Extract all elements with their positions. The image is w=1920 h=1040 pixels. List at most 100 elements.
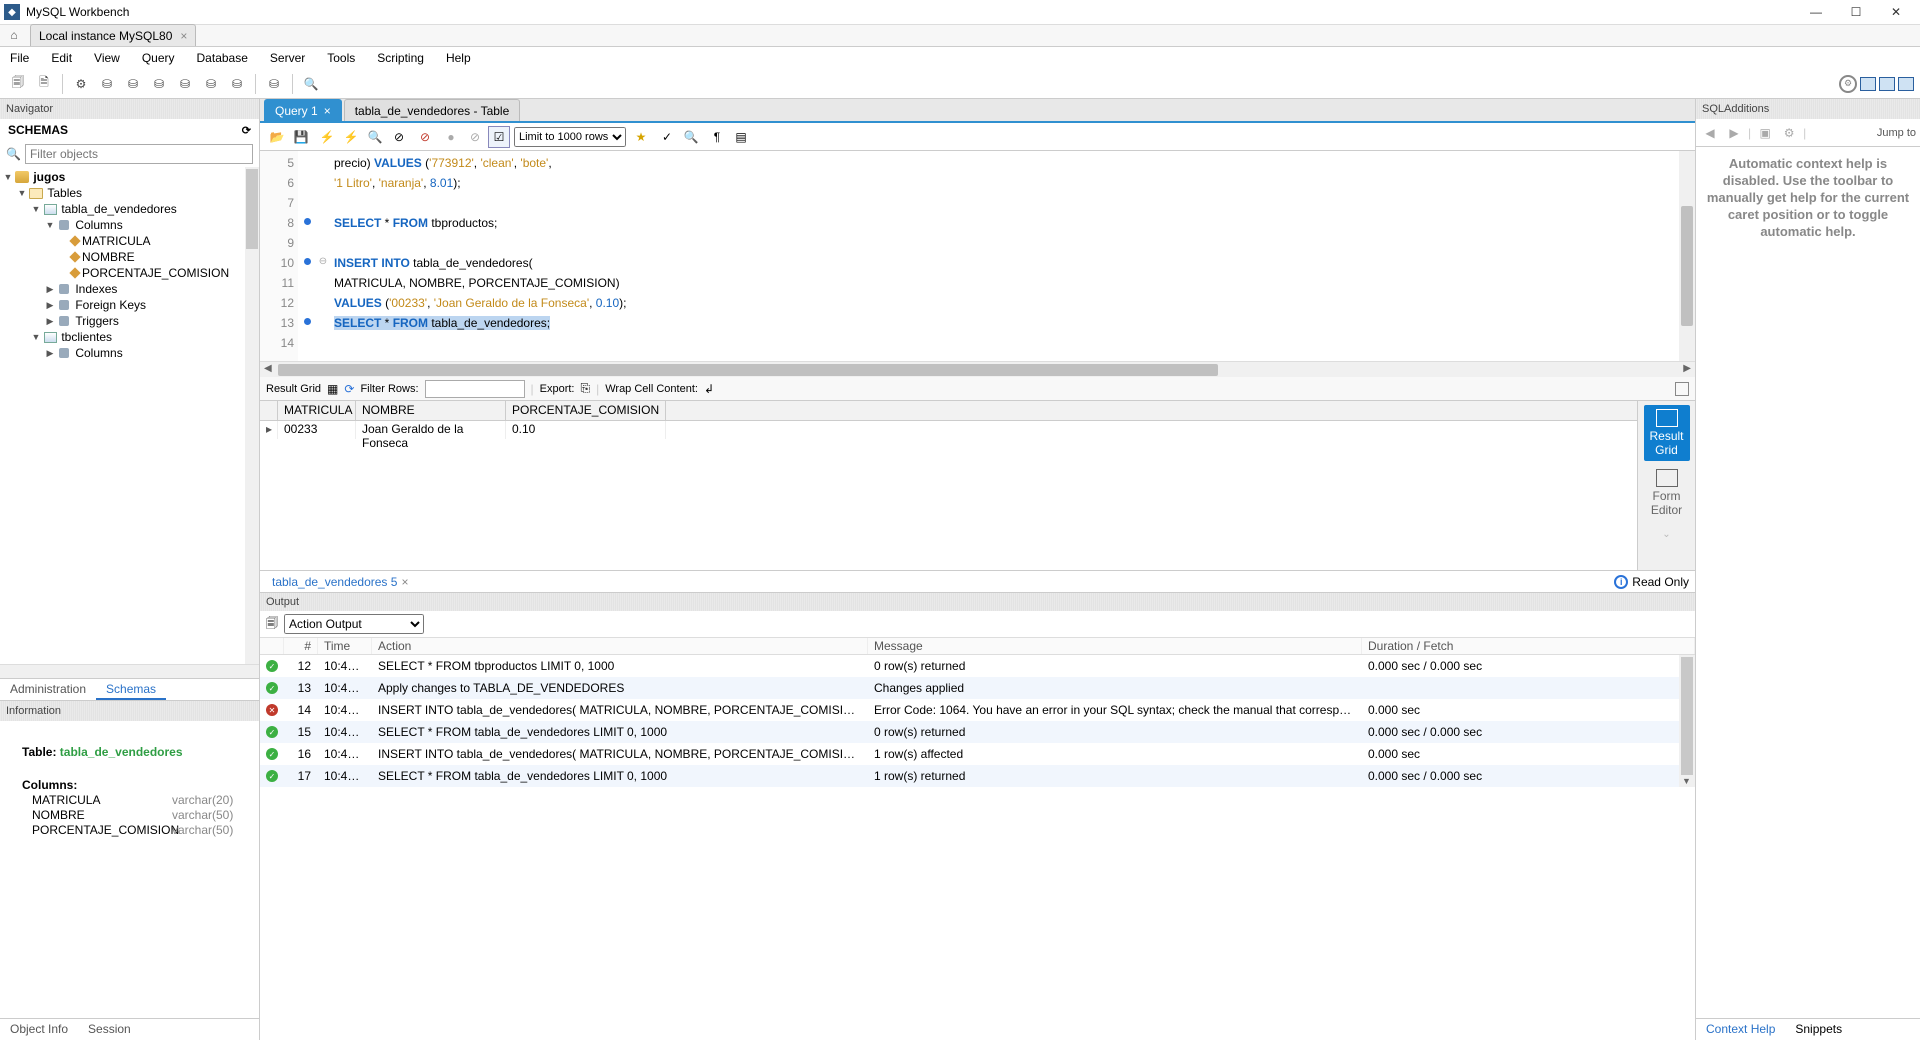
schema-tree[interactable]: ▼ jugos ▼ Tables ▼ tabla_de_vendedores ▼…: [0, 167, 259, 664]
close-icon[interactable]: ×: [180, 29, 187, 43]
cell[interactable]: Joan Geraldo de la Fonseca: [356, 421, 506, 439]
new-sql-tab-icon[interactable]: 🗐: [6, 72, 30, 96]
output-selector[interactable]: Action Output: [284, 614, 424, 634]
toolbar-icon[interactable]: ⛁: [225, 72, 249, 96]
result-row[interactable]: ▸ 00233 Joan Geraldo de la Fonseca 0.10: [260, 421, 1637, 439]
find-icon[interactable]: 🔍: [680, 126, 702, 148]
execute-cursor-icon[interactable]: ⚡: [340, 126, 362, 148]
tab-administration[interactable]: Administration: [0, 679, 96, 700]
toolbar-icon[interactable]: ⛁: [262, 72, 286, 96]
tree-foreign-keys[interactable]: ▶ Foreign Keys: [0, 297, 259, 313]
open-file-icon[interactable]: 📂: [266, 126, 288, 148]
output-scrollbar[interactable]: ▼: [1679, 655, 1695, 787]
tree-scrollbar[interactable]: [245, 167, 259, 664]
editor-hscroll[interactable]: ◀▶: [260, 361, 1695, 377]
output-row[interactable]: ✓1610:48:32INSERT INTO tabla_de_vendedor…: [260, 743, 1679, 765]
toggle-left-pane-icon[interactable]: [1860, 77, 1876, 91]
refresh-icon[interactable]: ⟳: [242, 124, 251, 137]
tree-columns[interactable]: ▶ Columns: [0, 345, 259, 361]
tab-schemas[interactable]: Schemas: [96, 679, 166, 700]
output-table[interactable]: ✓1210:41:33SELECT * FROM tbproductos LIM…: [260, 655, 1679, 787]
tree-hscroll[interactable]: [0, 664, 259, 678]
tree-table[interactable]: ▼ tabla_de_vendedores: [0, 201, 259, 217]
stop-icon[interactable]: ⊘: [388, 126, 410, 148]
jump-to-label[interactable]: Jump to: [1877, 127, 1916, 139]
tab-context-help[interactable]: Context Help: [1696, 1019, 1785, 1040]
tree-column[interactable]: PORCENTAJE_COMISION: [0, 265, 259, 281]
home-icon[interactable]: ⌂: [0, 24, 28, 46]
output-row[interactable]: ✓1210:41:33SELECT * FROM tbproductos LIM…: [260, 655, 1679, 677]
toolbar-icon[interactable]: ⛁: [173, 72, 197, 96]
toolbar-icon[interactable]: ⛁: [95, 72, 119, 96]
menu-server[interactable]: Server: [266, 49, 309, 67]
form-editor-tab[interactable]: Form Editor: [1644, 465, 1690, 521]
filter-rows-input[interactable]: [425, 380, 525, 398]
maximize-button[interactable]: ☐: [1836, 0, 1876, 24]
menu-view[interactable]: View: [90, 49, 124, 67]
toolbar-icon[interactable]: ⛁: [147, 72, 171, 96]
toggle-pane-icon[interactable]: [1675, 382, 1689, 396]
toolbar-icon[interactable]: ¶: [706, 126, 728, 148]
tree-column[interactable]: NOMBRE: [0, 249, 259, 265]
beautify-icon[interactable]: ✓: [656, 126, 678, 148]
wrap-icon[interactable]: ↲: [704, 382, 714, 396]
minimize-button[interactable]: —: [1796, 0, 1836, 24]
code-area[interactable]: precio) VALUES ('773912', 'clean', 'bote…: [330, 151, 1679, 361]
export-icon[interactable]: ⎘: [580, 381, 590, 396]
star-icon[interactable]: ★: [630, 126, 652, 148]
editor-vscroll[interactable]: [1679, 151, 1695, 361]
output-row[interactable]: ✓1710:48:40SELECT * FROM tabla_de_vended…: [260, 765, 1679, 787]
menu-tools[interactable]: Tools: [323, 49, 359, 67]
limit-select[interactable]: Limit to 1000 rows: [514, 127, 626, 147]
menu-query[interactable]: Query: [138, 49, 179, 67]
grid-icon[interactable]: ▦: [327, 382, 338, 396]
output-row[interactable]: ✓1310:43:50Apply changes to TABLA_DE_VEN…: [260, 677, 1679, 699]
tree-triggers[interactable]: ▶ Triggers: [0, 313, 259, 329]
tree-columns[interactable]: ▼ Columns: [0, 217, 259, 233]
editor-tab-table[interactable]: tabla_de_vendedores - Table: [344, 99, 521, 121]
col-header[interactable]: MATRICULA: [278, 401, 356, 420]
back-icon[interactable]: ◀: [1700, 123, 1720, 143]
tab-session[interactable]: Session: [78, 1019, 141, 1040]
close-icon[interactable]: ×: [324, 104, 331, 118]
toolbar-icon[interactable]: 🔍: [299, 72, 323, 96]
toolbar-icon[interactable]: ▤: [730, 126, 752, 148]
col-header[interactable]: PORCENTAJE_COMISION: [506, 401, 666, 420]
close-button[interactable]: ✕: [1876, 0, 1916, 24]
toolbar-icon[interactable]: ⊘: [414, 126, 436, 148]
toolbar-icon[interactable]: ⛁: [121, 72, 145, 96]
tab-snippets[interactable]: Snippets: [1785, 1019, 1852, 1040]
cell[interactable]: 0.10: [506, 421, 666, 439]
forward-icon[interactable]: ▶: [1724, 123, 1744, 143]
toggle-right-pane-icon[interactable]: [1898, 77, 1914, 91]
menu-file[interactable]: File: [6, 49, 33, 67]
editor-tab-query1[interactable]: Query 1×: [264, 99, 342, 121]
tree-tables[interactable]: ▼ Tables: [0, 185, 259, 201]
explain-icon[interactable]: 🔍: [364, 126, 386, 148]
menu-edit[interactable]: Edit: [47, 49, 76, 67]
tree-db[interactable]: ▼ jugos: [0, 169, 259, 185]
filter-objects-input[interactable]: [25, 144, 253, 164]
sql-editor[interactable]: 567891011121314 ⊖ precio) VALUES ('77391…: [260, 151, 1695, 361]
tree-column[interactable]: MATRICULA: [0, 233, 259, 249]
menu-database[interactable]: Database: [193, 49, 252, 67]
autocommit-icon[interactable]: ☑: [488, 126, 510, 148]
result-tab[interactable]: tabla_de_vendedores 5×: [266, 573, 414, 591]
output-row[interactable]: ✓1510:48:27SELECT * FROM tabla_de_vended…: [260, 721, 1679, 743]
tree-indexes[interactable]: ▶ Indexes: [0, 281, 259, 297]
close-icon[interactable]: ×: [401, 575, 408, 589]
col-header[interactable]: NOMBRE: [356, 401, 506, 420]
menu-help[interactable]: Help: [442, 49, 475, 67]
execute-icon[interactable]: ⚡: [316, 126, 338, 148]
tab-object-info[interactable]: Object Info: [0, 1019, 78, 1040]
toolbar-icon[interactable]: ⚙: [69, 72, 93, 96]
result-grid-tab[interactable]: Result Grid: [1644, 405, 1690, 461]
connection-tab[interactable]: Local instance MySQL80 ×: [30, 24, 196, 46]
open-sql-icon[interactable]: 🗎: [32, 72, 56, 96]
rollback-icon[interactable]: ⊘: [464, 126, 486, 148]
tree-table[interactable]: ▼ tbclientes: [0, 329, 259, 345]
menu-scripting[interactable]: Scripting: [373, 49, 428, 67]
cell[interactable]: 00233: [278, 421, 356, 439]
toolbar-icon[interactable]: ⛁: [199, 72, 223, 96]
toggle-bottom-pane-icon[interactable]: [1879, 77, 1895, 91]
